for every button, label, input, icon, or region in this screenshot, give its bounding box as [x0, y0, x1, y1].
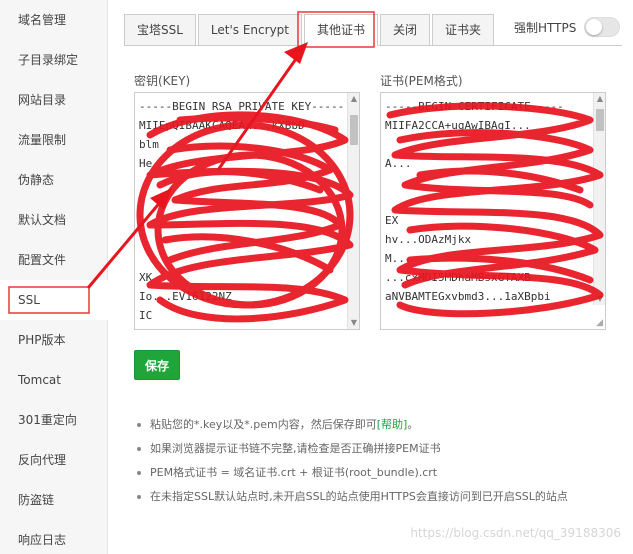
- scroll-up-icon[interactable]: ▲: [594, 94, 605, 104]
- sidebar-item-site-dir[interactable]: 网站目录: [0, 80, 107, 120]
- save-button[interactable]: 保存: [134, 350, 180, 380]
- sidebar-item-default-doc[interactable]: 默认文档: [0, 200, 107, 240]
- tab-other-cert[interactable]: 其他证书: [304, 14, 379, 46]
- ssl-tabs: 宝塔SSL Let's Encrypt 其他证书 关闭 证书夹: [124, 14, 496, 46]
- watermark: https://blog.csdn.net/qq_39188306: [410, 526, 621, 540]
- sidebar-item-hotlink[interactable]: 防盗链: [0, 480, 107, 520]
- cert-textarea-content: -----BEGIN CERTIFICATE----- MIIFA2CCA+ug…: [385, 100, 564, 303]
- help-notes: 粘贴您的*.key以及*.pem内容，然后保存即可[帮助]。 如果浏览器提示证书…: [136, 413, 616, 509]
- scroll-down-icon[interactable]: ▼: [348, 318, 359, 328]
- key-scrollbar[interactable]: ▲ ▼: [347, 93, 359, 329]
- scroll-up-icon[interactable]: ▲: [348, 94, 359, 104]
- sidebar-item-redirect[interactable]: 301重定向: [0, 400, 107, 440]
- sidebar-item-subdir[interactable]: 子目录绑定: [0, 40, 107, 80]
- sidebar-item-reverse-proxy[interactable]: 反向代理: [0, 440, 107, 480]
- key-textarea[interactable]: -----BEGIN RSA PRIVATE KEY----- MIIEpQIB…: [134, 92, 360, 330]
- sidebar-item-ssl[interactable]: SSL: [0, 280, 108, 320]
- tab-baota-ssl[interactable]: 宝塔SSL: [124, 14, 196, 46]
- note-item: 在未指定SSL默认站点时,未开启SSL的站点使用HTTPS会直接访问到已开启SS…: [136, 485, 616, 509]
- sidebar-item-traffic-limit[interactable]: 流量限制: [0, 120, 107, 160]
- sidebar-item-domain[interactable]: 域名管理: [0, 0, 107, 40]
- sidebar-item-rewrite[interactable]: 伪静态: [0, 160, 107, 200]
- cert-scrollbar[interactable]: ▲ ▼: [593, 93, 605, 305]
- sidebar: 域名管理 子目录绑定 网站目录 流量限制 伪静态 默认文档 配置文件 SSL P…: [0, 0, 108, 554]
- scroll-down-icon[interactable]: ▼: [594, 294, 605, 304]
- toggle-knob: [586, 19, 603, 35]
- key-textarea-content: -----BEGIN RSA PRIVATE KEY----- MIIEpQIB…: [139, 100, 345, 329]
- note-item: PEM格式证书 = 域名证书.crt + 根证书(root_bundle).cr…: [136, 461, 616, 485]
- force-https-label: 强制HTTPS: [514, 20, 577, 35]
- sidebar-item-config[interactable]: 配置文件: [0, 240, 107, 280]
- help-link[interactable]: [帮助]: [377, 418, 408, 431]
- tab-cert-folder[interactable]: 证书夹: [432, 14, 495, 46]
- note-item: 如果浏览器提示证书链不完整,请检查是否正确拼接PEM证书: [136, 437, 616, 461]
- note-item: 粘贴您的*.key以及*.pem内容，然后保存即可[帮助]。: [136, 413, 616, 437]
- tab-lets-encrypt[interactable]: Let's Encrypt: [197, 14, 302, 46]
- tab-close[interactable]: 关闭: [380, 14, 431, 46]
- resize-grip-icon[interactable]: ◢: [596, 318, 603, 328]
- key-field-label: 密钥(KEY): [134, 74, 191, 88]
- cert-textarea[interactable]: -----BEGIN CERTIFICATE----- MIIFA2CCA+ug…: [380, 92, 606, 330]
- force-https-toggle[interactable]: [584, 17, 621, 37]
- key-scrollbar-thumb[interactable]: [350, 115, 358, 145]
- force-https: 强制HTTPS: [514, 14, 621, 40]
- cert-scrollbar-thumb[interactable]: [596, 109, 604, 131]
- cert-field-label: 证书(PEM格式): [380, 74, 463, 88]
- sidebar-item-tomcat[interactable]: Tomcat: [0, 360, 107, 400]
- sidebar-item-response-log[interactable]: 响应日志: [0, 520, 107, 554]
- sidebar-item-php-version[interactable]: PHP版本: [0, 320, 107, 360]
